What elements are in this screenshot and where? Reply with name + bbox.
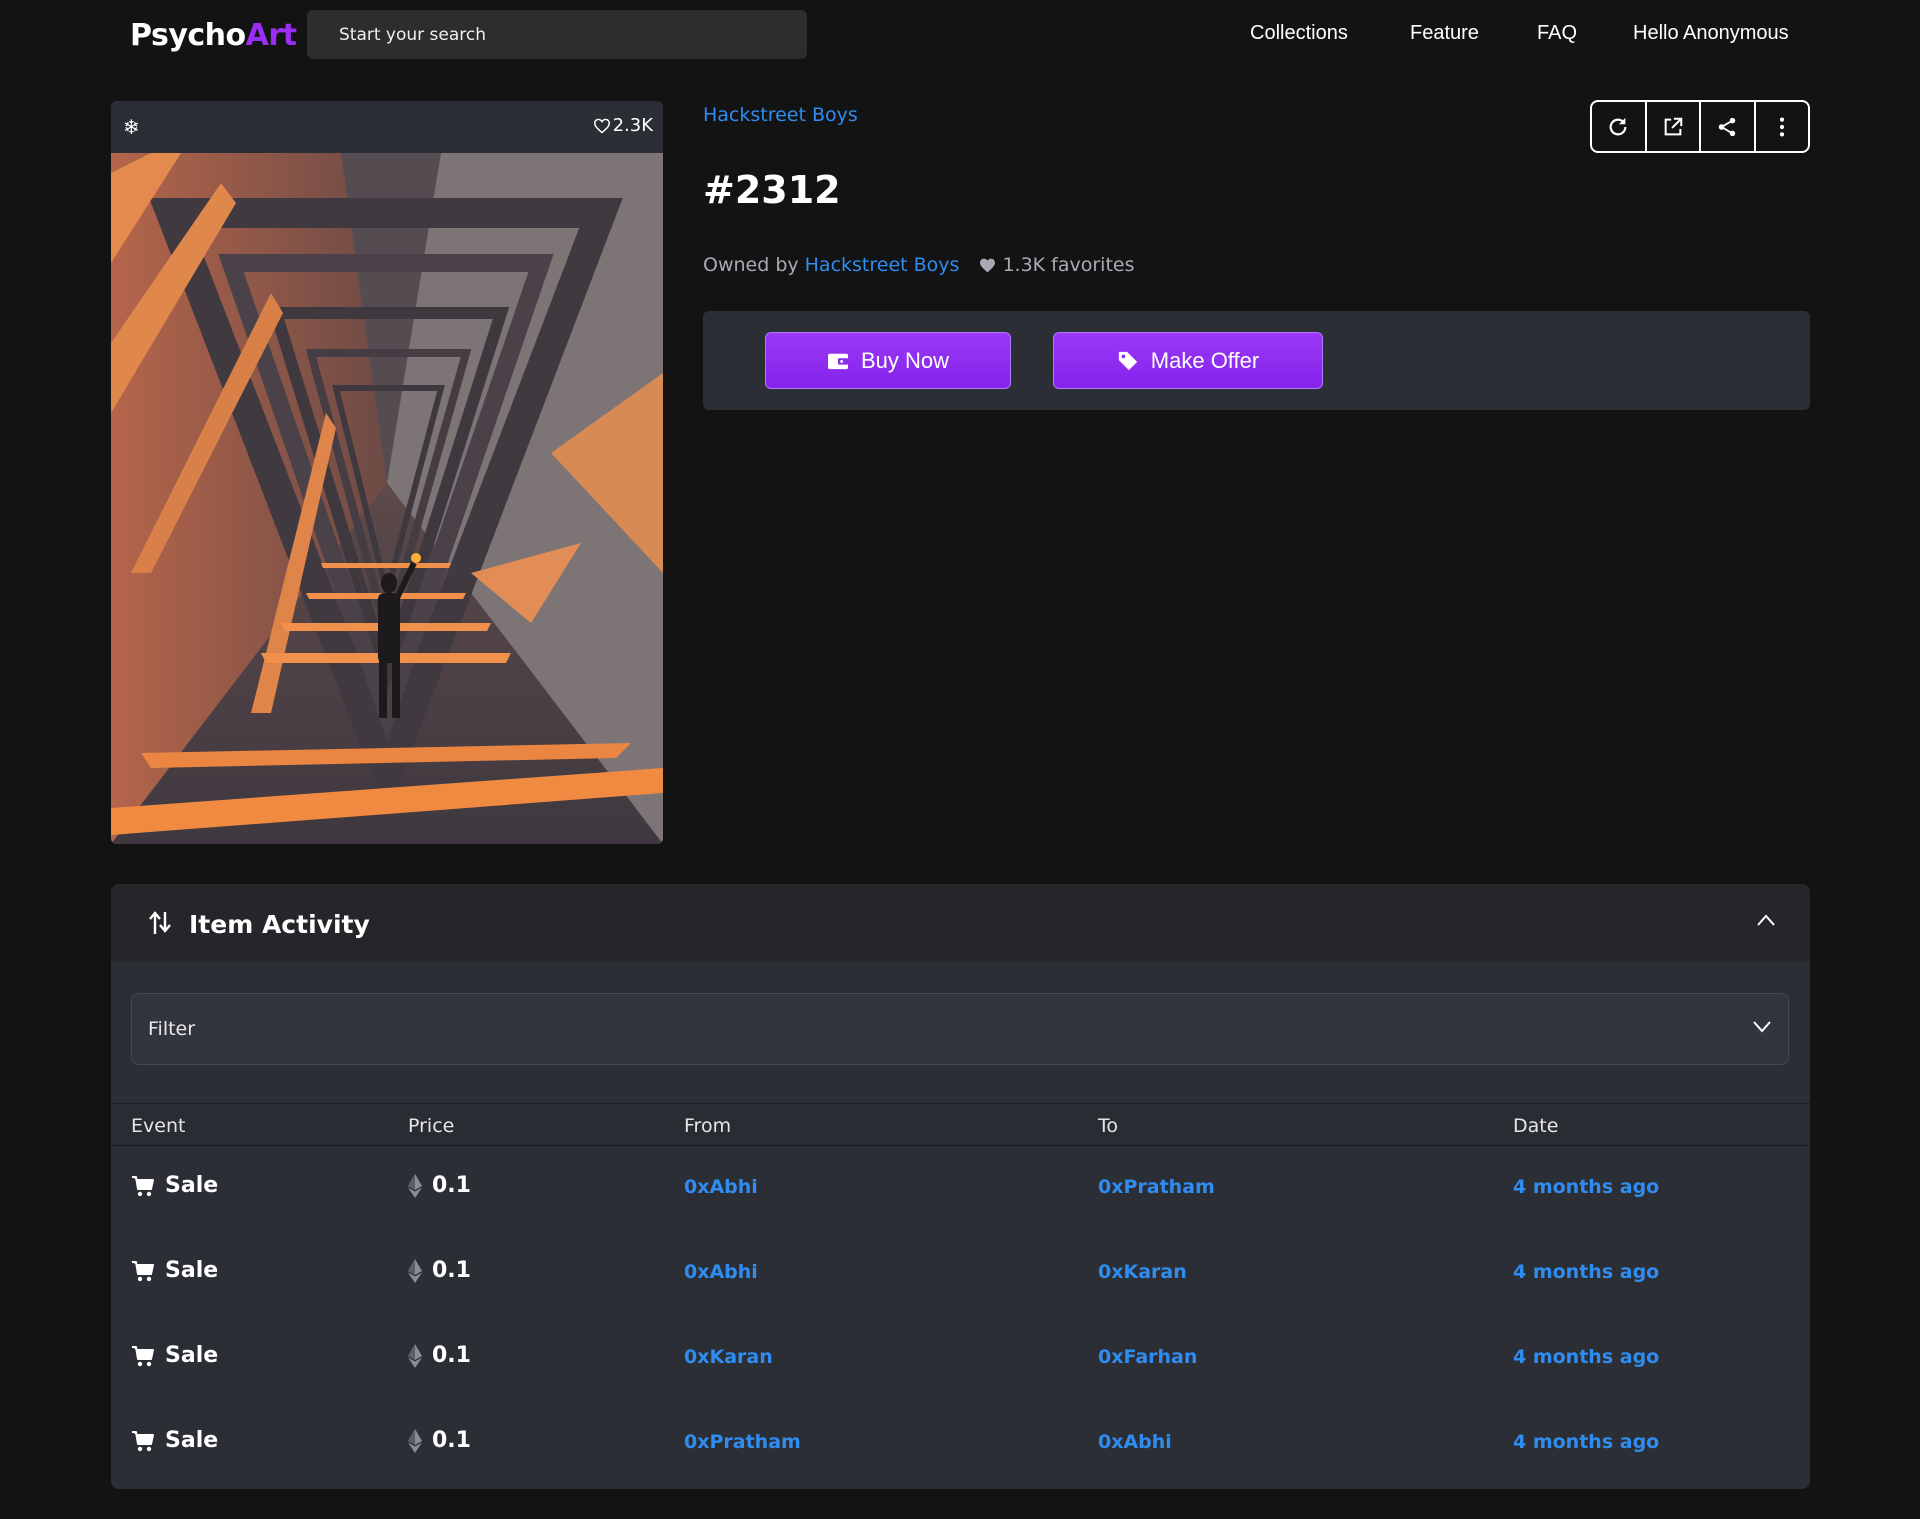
snowflake-icon[interactable]: ❄ — [123, 115, 140, 140]
favorites-label: 1.3K favorites — [1002, 254, 1135, 276]
event-label: Sale — [165, 1343, 219, 1368]
owned-by-label: Owned by — [703, 254, 799, 276]
chevron-down-icon — [1753, 1021, 1771, 1033]
heart-filled-icon — [980, 258, 996, 272]
make-offer-button[interactable]: Make Offer — [1053, 332, 1323, 389]
make-offer-label: Make Offer — [1150, 347, 1260, 373]
share-icon — [1719, 117, 1736, 136]
buy-now-label: Buy Now — [860, 347, 950, 373]
logo[interactable]: PsychoArt — [130, 18, 297, 53]
purchase-panel: Buy Now Make Offer — [703, 311, 1810, 410]
to-address-link[interactable]: 0xAbhi — [1098, 1431, 1172, 1453]
ethereum-icon — [408, 1258, 422, 1283]
from-address-link[interactable]: 0xPratham — [684, 1431, 801, 1453]
event-label: Sale — [165, 1428, 219, 1453]
activity-table-header: Event Price From To Date — [111, 1103, 1810, 1146]
heart-outline-icon — [593, 118, 610, 134]
activity-header[interactable]: Item Activity — [111, 884, 1810, 962]
more-vertical-icon — [1779, 117, 1784, 136]
from-address-link[interactable]: 0xAbhi — [684, 1261, 758, 1283]
column-to: To — [1098, 1115, 1119, 1137]
filter-label: Filter — [148, 1018, 196, 1040]
table-row: Sale 0.1 0xKaran 0xFarhan 4 months ago — [111, 1316, 1810, 1401]
logo-part1: Psycho — [130, 18, 246, 53]
item-title: #2312 — [703, 168, 841, 212]
item-activity-panel: Item Activity Filter Event Price From To… — [111, 884, 1810, 1489]
column-from: From — [684, 1115, 732, 1137]
table-row: Sale 0.1 0xAbhi 0xPratham 4 months ago — [111, 1146, 1810, 1231]
likes-counter[interactable]: 2.3K — [593, 115, 653, 136]
to-address-link[interactable]: 0xPratham — [1098, 1176, 1215, 1198]
filter-area: Filter — [111, 962, 1810, 1103]
event-label: Sale — [165, 1258, 219, 1283]
event-label: Sale — [165, 1173, 219, 1198]
share-button[interactable] — [1701, 102, 1756, 151]
to-address-link[interactable]: 0xFarhan — [1098, 1346, 1197, 1368]
price-value: 0.1 — [432, 1343, 471, 1368]
filter-dropdown[interactable]: Filter — [131, 993, 1789, 1065]
activity-title: Item Activity — [189, 910, 370, 939]
external-link-icon — [1664, 117, 1683, 135]
price-value: 0.1 — [432, 1428, 471, 1453]
chevron-up-icon[interactable] — [1756, 913, 1776, 927]
price-cell: 0.1 — [408, 1173, 471, 1198]
event-cell: Sale — [131, 1428, 218, 1453]
nav-feature[interactable]: Feature — [1410, 22, 1479, 45]
price-value: 0.1 — [432, 1173, 471, 1198]
ethereum-icon — [408, 1173, 422, 1198]
column-price: Price — [408, 1115, 455, 1137]
price-cell: 0.1 — [408, 1258, 471, 1283]
card-header: ❄ 2.3K — [111, 101, 663, 153]
price-cell: 0.1 — [408, 1428, 471, 1453]
nft-image-card: ❄ 2.3K — [111, 101, 663, 844]
collection-link[interactable]: Hackstreet Boys — [703, 104, 858, 126]
likes-count: 2.3K — [612, 115, 653, 136]
nft-artwork[interactable] — [111, 153, 663, 844]
favorites-count: 1.3K favorites — [979, 254, 1134, 276]
event-cell: Sale — [131, 1258, 218, 1283]
from-address-link[interactable]: 0xKaran — [684, 1346, 773, 1368]
swap-vertical-icon — [149, 911, 171, 934]
item-toolbar — [1590, 100, 1810, 153]
refresh-icon — [1609, 117, 1627, 135]
date-link[interactable]: 4 months ago — [1513, 1261, 1659, 1283]
more-button[interactable] — [1756, 102, 1809, 151]
table-row: Sale 0.1 0xAbhi 0xKaran 4 months ago — [111, 1231, 1810, 1316]
logo-part2: Art — [245, 18, 297, 53]
event-cell: Sale — [131, 1173, 218, 1198]
ethereum-icon — [408, 1428, 422, 1453]
cart-icon — [132, 1345, 154, 1366]
nav-account[interactable]: Hello Anonymous — [1633, 22, 1789, 45]
date-link[interactable]: 4 months ago — [1513, 1346, 1659, 1368]
cart-icon — [132, 1175, 154, 1196]
search-input[interactable] — [307, 10, 807, 59]
owner-link[interactable]: Hackstreet Boys — [805, 254, 960, 276]
tag-icon — [1118, 351, 1137, 370]
buy-now-button[interactable]: Buy Now — [765, 332, 1011, 389]
activity-table-body: Sale 0.1 0xAbhi 0xPratham 4 months ago S… — [111, 1146, 1810, 1486]
cart-icon — [132, 1430, 154, 1451]
ethereum-icon — [408, 1343, 422, 1368]
price-value: 0.1 — [432, 1258, 471, 1283]
price-cell: 0.1 — [408, 1343, 471, 1368]
date-link[interactable]: 4 months ago — [1513, 1176, 1659, 1198]
table-row: Sale 0.1 0xPratham 0xAbhi 4 months ago — [111, 1401, 1810, 1486]
column-date: Date — [1513, 1115, 1559, 1137]
date-link[interactable]: 4 months ago — [1513, 1431, 1659, 1453]
nav-collections[interactable]: Collections — [1250, 22, 1348, 45]
cart-icon — [132, 1260, 154, 1281]
top-nav: PsychoArt Collections Feature FAQ Hello … — [0, 0, 1920, 71]
refresh-button[interactable] — [1592, 102, 1647, 151]
event-cell: Sale — [131, 1343, 218, 1368]
column-event: Event — [131, 1115, 186, 1137]
nav-faq[interactable]: FAQ — [1537, 22, 1577, 45]
to-address-link[interactable]: 0xKaran — [1098, 1261, 1187, 1283]
owner-line: Owned by Hackstreet Boys 1.3K favorites — [703, 254, 1134, 276]
from-address-link[interactable]: 0xAbhi — [684, 1176, 758, 1198]
open-external-button[interactable] — [1647, 102, 1701, 151]
wallet-icon — [827, 353, 848, 369]
